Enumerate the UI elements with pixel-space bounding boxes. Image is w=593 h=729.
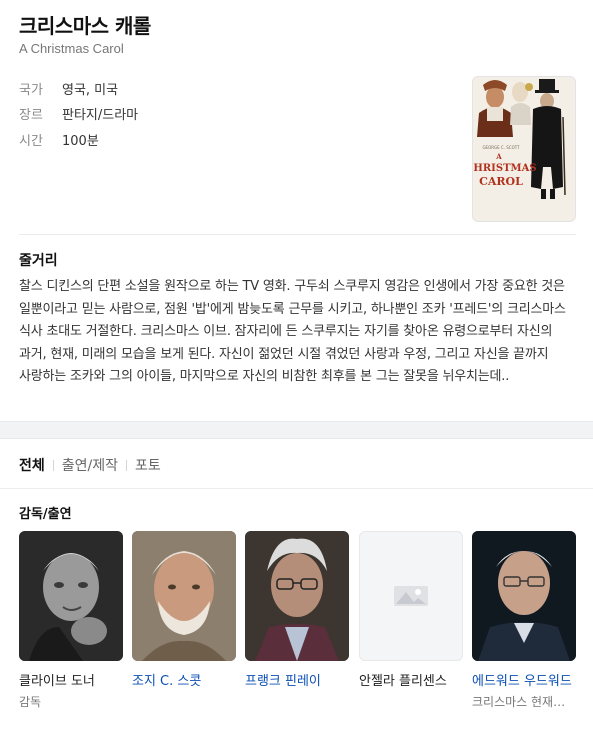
person-name[interactable]: 조지 C. 스콧 [132,670,236,689]
info-value: 판타지/드라마 [62,108,139,123]
synopsis-heading: 줄거리 [19,253,58,269]
person-role: 감독 [19,695,42,709]
cast-item[interactable]: 조지 C. 스콧 [132,531,236,693]
info-value: 100분 [62,134,99,149]
cast-item[interactable]: 프랭크 핀레이 [245,531,349,693]
tab-separator [52,459,54,471]
person-name[interactable]: 클라이브 도너 [19,670,123,689]
cast-item[interactable]: 에드워드 우드워드 크리스마스 현재의 유령 [472,531,576,710]
person-photo[interactable] [245,531,349,661]
person-name[interactable]: 프랭크 핀레이 [245,670,349,689]
poster-title-line1: A [495,152,502,161]
info-key: 국가 [19,83,43,98]
person-photo[interactable] [132,531,236,661]
info-row-runtime: 시간 100분 [19,130,99,149]
movie-poster[interactable]: GEORGE C. SCOTT A CHRISTMAS CAROL [472,76,576,222]
info-row-genre: 장르 판타지/드라마 [19,104,138,123]
movie-info-card: 크리스마스 캐롤 A Christmas Carol 국가 영국, 미국 장르 … [0,0,593,422]
info-value: 영국, 미국 [62,83,119,98]
info-key: 시간 [19,134,43,149]
divider [19,234,576,235]
image-placeholder-icon [394,582,428,610]
tab-photo[interactable]: 포토 [135,455,161,475]
person-photo[interactable] [472,531,576,661]
cast-heading: 감독/출연 [19,507,72,522]
content-tabs: 전체 출연/제작 포토 [19,455,161,475]
person-name[interactable]: 안젤라 플리센스 [359,670,463,689]
tab-cast-crew[interactable]: 출연/제작 [62,455,118,475]
info-key: 장르 [19,108,43,123]
tab-separator [126,459,128,471]
person-role: 크리스마스 현재의 유령 [472,695,576,709]
poster-title-line2: CHRISTMAS [473,163,537,174]
person-name[interactable]: 에드워드 우드워드 [472,670,576,689]
movie-title[interactable]: 크리스마스 캐롤 [19,10,151,39]
tab-all[interactable]: 전체 [19,455,45,475]
person-photo[interactable] [19,531,123,661]
synopsis-text: 찰스 디킨스의 단편 소설을 원작으로 하는 TV 영화. 구두쇠 스쿠루지 영… [19,279,566,384]
info-row-country: 국가 영국, 미국 [19,79,118,98]
tabs-divider [0,488,593,489]
cast-item[interactable]: 안젤라 플리센스 [359,531,463,693]
movie-original-title: A Christmas Carol [19,41,124,56]
person-photo-placeholder[interactable] [359,531,463,661]
cast-item[interactable]: 클라이브 도너 감독 [19,531,123,710]
poster-credit: GEORGE C. SCOTT [482,145,520,150]
poster-title-line3: CAROL [479,175,523,188]
